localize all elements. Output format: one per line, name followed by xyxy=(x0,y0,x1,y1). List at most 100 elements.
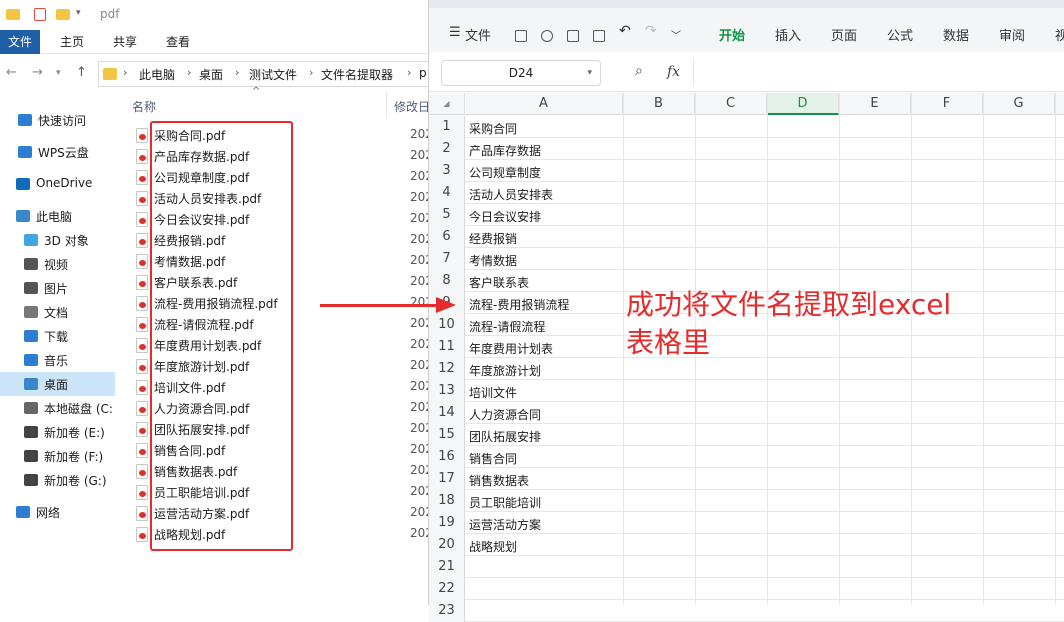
quick-access-dropdown-icon[interactable]: ▾ xyxy=(76,8,81,18)
row-header[interactable]: 16 xyxy=(429,446,465,468)
cell-a[interactable]: 销售合同 xyxy=(469,450,517,467)
cell-a[interactable]: 年度费用计划表 xyxy=(469,340,553,357)
tab-page[interactable]: 页面 xyxy=(831,25,857,44)
column-header-e[interactable]: E xyxy=(839,93,911,115)
breadcrumb-pdf[interactable]: p xyxy=(419,66,427,80)
formula-input[interactable] xyxy=(693,58,1064,86)
sidebar-item[interactable]: 新加卷 (E:) xyxy=(0,420,115,444)
tab-formula[interactable]: 公式 xyxy=(887,25,913,44)
row-header[interactable]: 5 xyxy=(429,204,465,226)
row-header[interactable]: 19 xyxy=(429,512,465,534)
row-header[interactable]: 17 xyxy=(429,468,465,490)
search-icon[interactable]: ⌕ xyxy=(635,63,643,79)
export-icon[interactable] xyxy=(541,30,553,42)
redo-icon[interactable]: ↷ xyxy=(645,23,657,39)
spreadsheet-row[interactable]: 14 人力资源合同 xyxy=(429,402,1064,424)
spreadsheet-row[interactable]: 19 运营活动方案 xyxy=(429,512,1064,534)
print-icon[interactable] xyxy=(567,30,579,42)
row-header[interactable]: 21 xyxy=(429,556,465,578)
select-all-corner[interactable]: ◢ xyxy=(429,93,465,115)
cell-a[interactable]: 考情数据 xyxy=(469,252,517,269)
forward-arrow-icon[interactable]: → xyxy=(32,65,43,80)
spreadsheet-row[interactable]: 3 公司规章制度 xyxy=(429,160,1064,182)
row-header[interactable]: 6 xyxy=(429,226,465,248)
spreadsheet-row[interactable]: 1 采购合同 xyxy=(429,116,1064,138)
cell-a[interactable]: 员工职能培训 xyxy=(469,494,541,511)
column-header-b[interactable]: B xyxy=(623,93,695,115)
sidebar-item[interactable]: 网络 xyxy=(0,500,115,524)
column-header-c[interactable]: C xyxy=(695,93,767,115)
cell-a[interactable]: 人力资源合同 xyxy=(469,406,541,423)
row-header[interactable]: 12 xyxy=(429,358,465,380)
ribbon-tab-view[interactable]: 查看 xyxy=(158,30,198,54)
cell-a[interactable]: 年度旅游计划 xyxy=(469,362,541,379)
hamburger-menu-icon[interactable]: ☰ xyxy=(449,25,461,40)
row-header[interactable]: 8 xyxy=(429,270,465,292)
row-header[interactable]: 10 xyxy=(429,314,465,336)
print-preview-icon[interactable] xyxy=(593,30,605,42)
column-header-name[interactable]: 名称 xyxy=(132,98,156,115)
column-header-f[interactable]: F xyxy=(911,93,983,115)
row-header[interactable]: 23 xyxy=(429,600,465,622)
row-header[interactable]: 11 xyxy=(429,336,465,358)
row-header[interactable]: 22 xyxy=(429,578,465,600)
row-header[interactable]: 18 xyxy=(429,490,465,512)
cell-a[interactable]: 流程-请假流程 xyxy=(469,318,545,335)
spreadsheet-row[interactable]: 6 经费报销 xyxy=(429,226,1064,248)
cell-a[interactable]: 活动人员安排表 xyxy=(469,186,553,203)
column-header-date[interactable]: 修改日 xyxy=(394,98,430,115)
tab-view[interactable]: 视 xyxy=(1055,25,1064,44)
row-header[interactable]: 14 xyxy=(429,402,465,424)
sidebar-item[interactable]: 桌面 xyxy=(0,372,115,396)
cell-a[interactable]: 战略规划 xyxy=(469,538,517,555)
file-menu[interactable]: 文件 xyxy=(465,25,491,44)
cell-a[interactable]: 流程-费用报销流程 xyxy=(469,296,569,313)
sidebar-item[interactable]: WPS云盘 xyxy=(0,140,115,164)
breadcrumb-this-pc[interactable]: 此电脑 xyxy=(139,66,175,83)
spreadsheet-row[interactable]: 2 产品库存数据 xyxy=(429,138,1064,160)
cell-a[interactable]: 经费报销 xyxy=(469,230,517,247)
more-chevron-icon[interactable]: ﹀ xyxy=(671,27,681,42)
sidebar-item[interactable]: 图片 xyxy=(0,276,115,300)
sidebar-item[interactable]: 新加卷 (F:) xyxy=(0,444,115,468)
up-arrow-icon[interactable]: ↑ xyxy=(76,65,87,80)
cell-a[interactable]: 销售数据表 xyxy=(469,472,529,489)
column-header-a[interactable]: A xyxy=(465,93,623,115)
function-icon[interactable]: fx xyxy=(667,64,680,80)
spreadsheet-row[interactable]: 13 培训文件 xyxy=(429,380,1064,402)
ribbon-tab-share[interactable]: 共享 xyxy=(105,30,145,54)
ribbon-tab-file[interactable]: 文件 xyxy=(0,30,41,54)
chevron-down-icon[interactable]: ▾ xyxy=(587,61,592,85)
column-header-d[interactable]: D xyxy=(767,93,839,115)
sidebar-item[interactable]: 3D 对象 xyxy=(0,228,115,252)
row-header[interactable]: 4 xyxy=(429,182,465,204)
spreadsheet-row[interactable]: 22 xyxy=(429,578,1064,600)
cell-a[interactable]: 采购合同 xyxy=(469,120,517,137)
cell-a[interactable]: 培训文件 xyxy=(469,384,517,401)
undo-icon[interactable]: ↶ xyxy=(619,23,631,39)
spreadsheet-row[interactable]: 7 考情数据 xyxy=(429,248,1064,270)
checkbox-icon[interactable] xyxy=(34,8,46,21)
column-header-g[interactable]: G xyxy=(983,93,1055,115)
sidebar-item[interactable]: 文档 xyxy=(0,300,115,324)
back-arrow-icon[interactable]: ← xyxy=(6,65,17,80)
ribbon-tab-home[interactable]: 主页 xyxy=(52,30,92,54)
sidebar-item[interactable]: 快速访问 xyxy=(0,108,115,132)
cell-a[interactable]: 今日会议安排 xyxy=(469,208,541,225)
row-header[interactable]: 2 xyxy=(429,138,465,160)
sidebar-item[interactable]: 下载 xyxy=(0,324,115,348)
breadcrumb-extractor[interactable]: 文件名提取器 xyxy=(321,66,393,83)
breadcrumb-test-files[interactable]: 测试文件 xyxy=(249,66,297,83)
sidebar-item[interactable]: OneDrive xyxy=(0,172,115,196)
cell-a[interactable]: 产品库存数据 xyxy=(469,142,541,159)
address-bar[interactable]: › 此电脑 › 桌面 › 测试文件 › 文件名提取器 › p xyxy=(98,61,430,87)
spreadsheet-row[interactable]: 20 战略规划 xyxy=(429,534,1064,556)
cell-a[interactable]: 运营活动方案 xyxy=(469,516,541,533)
tab-insert[interactable]: 插入 xyxy=(775,25,801,44)
new-folder-icon[interactable] xyxy=(56,9,70,20)
spreadsheet-row[interactable]: 4 活动人员安排表 xyxy=(429,182,1064,204)
row-header[interactable]: 7 xyxy=(429,248,465,270)
spreadsheet-row[interactable]: 23 xyxy=(429,600,1064,622)
spreadsheet-row[interactable]: 18 员工职能培训 xyxy=(429,490,1064,512)
cell-a[interactable]: 客户联系表 xyxy=(469,274,529,291)
